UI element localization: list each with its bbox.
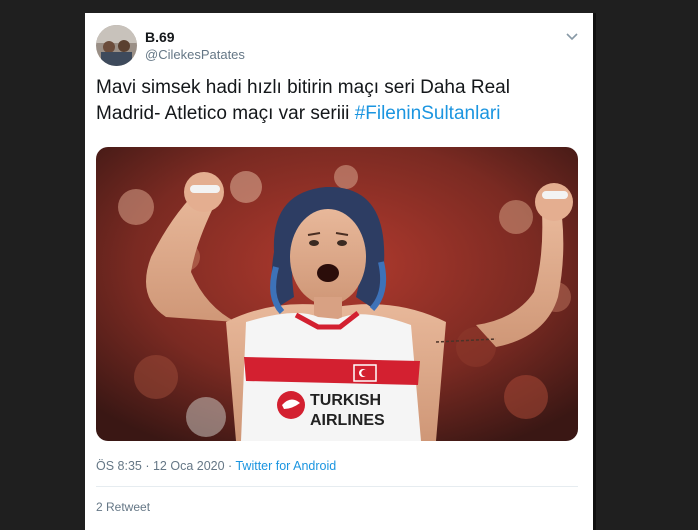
tweet-time[interactable]: ÖS 8:35	[96, 459, 142, 473]
username[interactable]: @CilekesPatates	[145, 47, 245, 62]
tweet-date[interactable]: 12 Oca 2020	[153, 459, 225, 473]
meta-separator: ·	[141, 459, 153, 473]
tweet-source-link[interactable]: Twitter for Android	[235, 459, 336, 473]
jersey-text-line2: AIRLINES	[310, 412, 385, 429]
display-name[interactable]: B.69	[145, 29, 175, 45]
chevron-down-icon[interactable]	[565, 29, 579, 43]
tweet-card: B.69 @CilekesPatates Mavi simsek hadi hı…	[85, 13, 593, 530]
tweet-text: Mavi simsek hadi hızlı bitirin maçı seri…	[96, 75, 576, 127]
frame-edge	[593, 13, 596, 530]
jersey-text-line1: TURKISH	[310, 392, 381, 409]
meta-separator: ·	[224, 459, 236, 473]
divider	[96, 486, 578, 487]
retweet-count-partial[interactable]: 2 Retweet	[96, 500, 150, 514]
hashtag-link[interactable]: #FileninSultanlari	[355, 103, 501, 124]
tweet-photo[interactable]: TURKISH AIRLINES	[96, 147, 578, 441]
tweet-meta: ÖS 8:35 · 12 Oca 2020 · Twitter for Andr…	[96, 459, 336, 473]
avatar[interactable]	[96, 25, 137, 66]
